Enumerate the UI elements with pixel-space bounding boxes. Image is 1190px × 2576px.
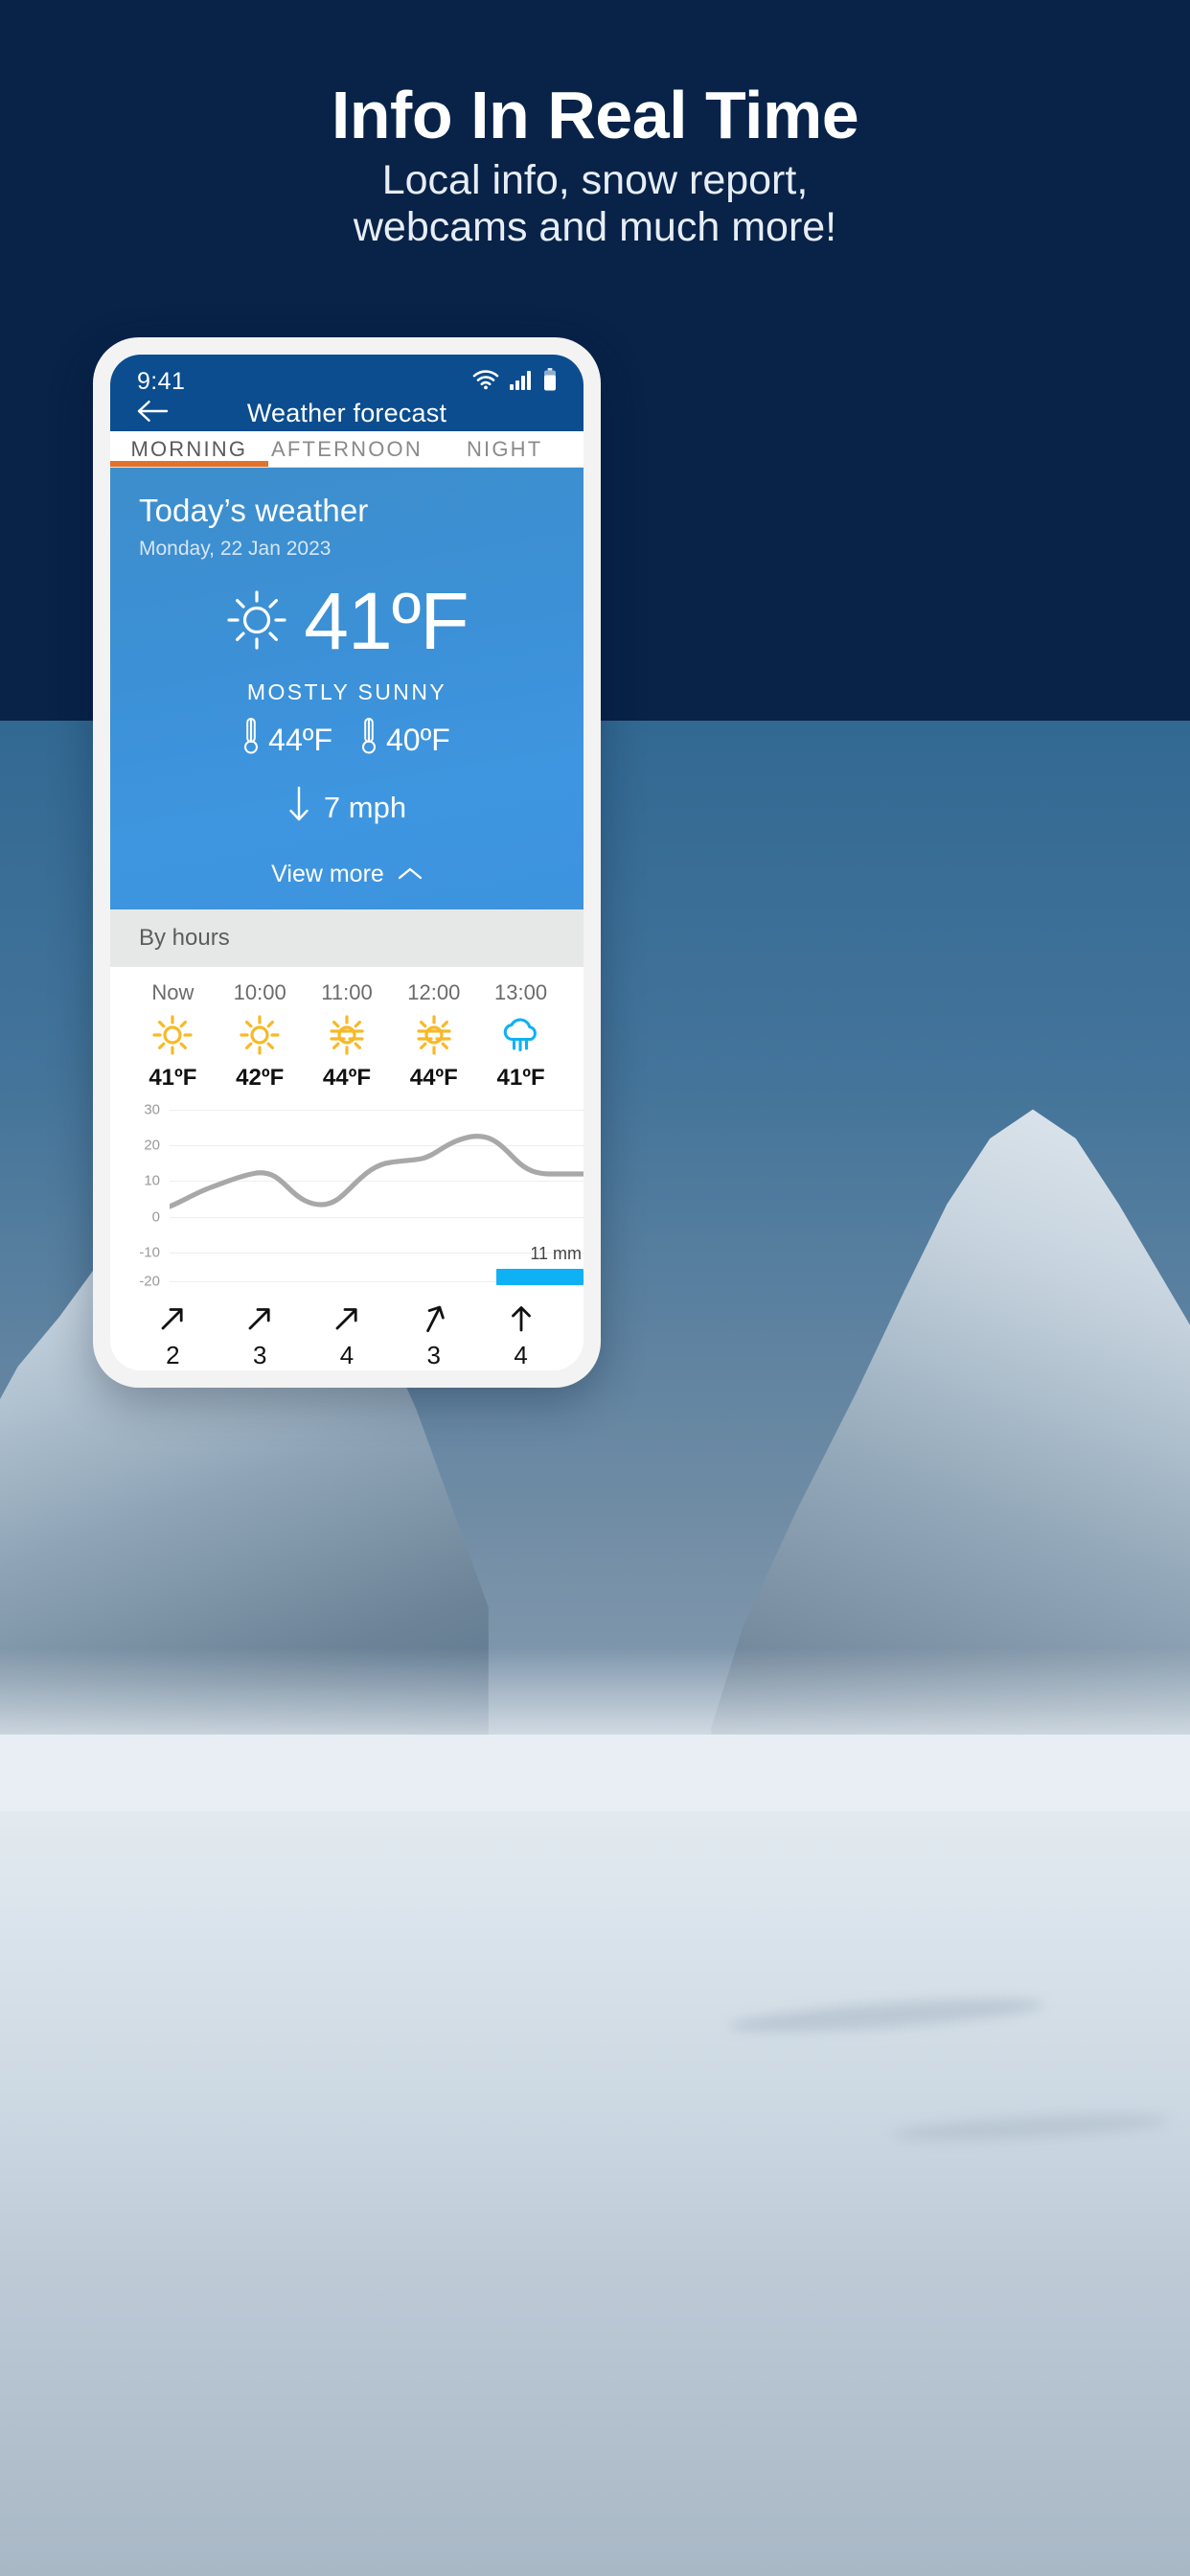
hourly-forecast-panel: Now 41ºF 10:00 42ºF 11:00 44ºF 12:00 44º…	[110, 967, 584, 1370]
y-tick-label: 20	[144, 1137, 160, 1154]
back-button[interactable]	[137, 397, 170, 429]
y-tick-label: 10	[144, 1172, 160, 1189]
banner-subtitle: Local info, snow report, webcams and muc…	[0, 157, 1190, 251]
y-tick-label: -20	[139, 1273, 160, 1290]
back-arrow-icon	[137, 399, 170, 428]
hour-time: 10:00	[233, 980, 286, 1004]
precipitation-label: 11 mm	[530, 1244, 582, 1263]
temperature-line	[170, 1134, 584, 1209]
wind-speed-value: 3	[426, 1341, 442, 1369]
current-condition: MOSTLY SUNNY	[246, 679, 447, 704]
app-bar: Weather forecast	[110, 396, 584, 431]
chart-plot-area: 11 mm	[170, 1101, 584, 1289]
sun-icon	[225, 588, 288, 656]
phone-mockup: 9:41 Weather forecast MORNING AFTERNOON …	[93, 337, 601, 1388]
battery-icon	[543, 368, 557, 396]
hour-temperature: 44ºF	[322, 1065, 372, 1091]
arrow-up-right-icon	[418, 1299, 450, 1339]
wind-speed-value: 3	[252, 1341, 267, 1369]
tab-night[interactable]: NIGHT	[425, 431, 584, 467]
wifi-icon	[472, 369, 499, 395]
today-date: Monday, 22 Jan 2023	[139, 538, 332, 561]
hour-time: 12:00	[407, 980, 461, 1004]
hour-time: Now	[151, 980, 195, 1004]
arrow-up-right-icon	[243, 1299, 276, 1339]
phone-screen: 9:41 Weather forecast MORNING AFTERNOON …	[110, 355, 584, 1370]
hour-column[interactable]: 10:00 42ºF	[217, 980, 304, 1092]
y-tick-label: 30	[144, 1101, 160, 1118]
wind-speed-value: 4	[514, 1341, 528, 1369]
tab-afternoon[interactable]: AFTERNOON	[268, 431, 426, 467]
wind-summary: 7 mph	[139, 786, 555, 830]
view-more-label: View more	[271, 861, 384, 887]
view-more-button[interactable]: View more	[139, 861, 555, 888]
wind-speed-value: 7 mph	[323, 791, 407, 824]
arrow-up-right-icon	[156, 1299, 189, 1339]
y-tick-label: -10	[139, 1244, 160, 1261]
hourly-temperature-chart: 30 20 10 0 -10 -20 11 mm	[110, 1101, 584, 1290]
thermometer-icon	[361, 717, 377, 763]
status-time: 9:41	[137, 368, 186, 395]
hour-temperature: 42ºF	[236, 1065, 285, 1091]
arrow-up-icon	[505, 1299, 538, 1339]
wind-column: 4	[477, 1299, 564, 1370]
status-bar: 9:41	[110, 355, 584, 396]
banner-subtitle-line-2: webcams and much more!	[353, 204, 837, 251]
hour-column[interactable]: 13:00 41ºF	[477, 980, 564, 1092]
by-hours-section-header: By hours	[110, 909, 584, 967]
hour-temperature: 44ºF	[409, 1065, 458, 1091]
forecast-tabs: MORNING AFTERNOON NIGHT	[110, 430, 584, 469]
current-temperature: 41ºF	[304, 576, 469, 667]
thermometer-icon	[243, 717, 259, 763]
wind-column: 3	[390, 1299, 477, 1370]
rain-cloud-icon	[499, 1013, 543, 1057]
banner-subtitle-line-1: Local info, snow report,	[381, 157, 809, 203]
hour-temperature: 41ºF	[496, 1065, 545, 1091]
high-temperature: 44ºF	[243, 717, 332, 763]
hourly-forecast-grid: Now 41ºF 10:00 42ºF 11:00 44ºF 12:00 44º…	[110, 980, 584, 1092]
low-temperature: 40ºF	[361, 717, 450, 763]
hour-column[interactable]: 11:00 44ºF	[304, 980, 391, 1092]
page-title: Weather forecast	[246, 398, 447, 427]
low-temperature-value: 40ºF	[386, 722, 450, 757]
hour-time: 13:00	[494, 980, 548, 1004]
screenshot-stage: Info In Real Time Local info, snow repor…	[0, 0, 1190, 2576]
hourly-wind-row: 2 3 4 3 4	[110, 1289, 584, 1370]
arrow-down-icon	[287, 786, 310, 830]
hour-column[interactable]: Now 41ºF	[129, 980, 217, 1092]
wind-speed-value: 4	[339, 1341, 355, 1369]
sun-haze-icon	[326, 1013, 368, 1057]
banner-title: Info In Real Time	[331, 78, 859, 152]
hour-column[interactable]: 12:00 44ºF	[390, 980, 477, 1092]
chart-y-axis: 30 20 10 0 -10 -20	[110, 1101, 166, 1290]
sun-haze-icon	[413, 1013, 455, 1057]
sun-icon	[151, 1013, 194, 1057]
status-icon-group	[472, 368, 557, 396]
today-title: Today’s weather	[139, 493, 369, 529]
wind-column: 4	[304, 1299, 391, 1370]
today-weather-card: Today’s weather Monday, 22 Jan 2023 41ºF…	[110, 468, 584, 909]
current-temperature-row: 41ºF	[139, 576, 555, 667]
temperature-range: 44ºF 40ºF	[139, 717, 555, 763]
arrow-up-right-icon	[331, 1299, 363, 1339]
wind-column: 3	[217, 1299, 304, 1370]
cellular-signal-icon	[509, 369, 534, 395]
sun-icon	[239, 1013, 281, 1057]
hour-temperature: 41ºF	[149, 1065, 197, 1091]
wind-column: 2	[129, 1299, 217, 1370]
chevron-up-icon	[398, 861, 423, 888]
snow-foreground	[0, 1648, 1190, 2576]
high-temperature-value: 44ºF	[268, 722, 332, 757]
wind-speed-value: 2	[166, 1341, 180, 1369]
y-tick-label: 0	[151, 1208, 160, 1226]
precipitation-bar	[496, 1269, 584, 1285]
active-tab-indicator	[110, 461, 268, 468]
hour-time: 11:00	[321, 980, 373, 1004]
